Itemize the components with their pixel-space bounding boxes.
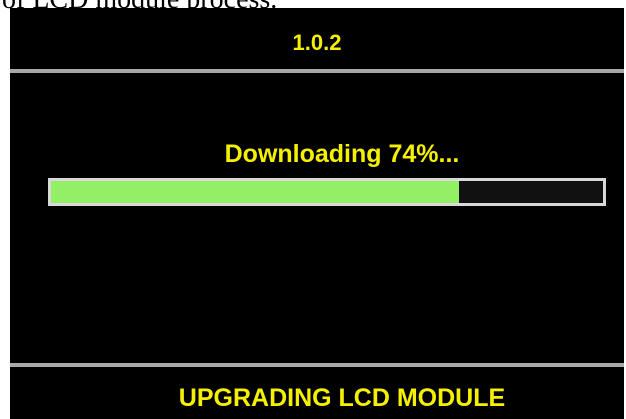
top-divider <box>10 69 624 73</box>
download-status: Downloading 74%... <box>224 140 460 168</box>
screen-title: UPGRADING LCD MODULE <box>178 384 506 412</box>
bottom-divider <box>10 363 624 367</box>
page: of LCD module process. 1.0.2 Downloading… <box>0 0 626 419</box>
progress-bar <box>48 178 606 206</box>
lcd-screen: 1.0.2 Downloading 74%... UPGRADING LCD M… <box>10 8 624 419</box>
firmware-version: 1.0.2 <box>292 30 342 55</box>
progress-fill <box>51 181 460 203</box>
